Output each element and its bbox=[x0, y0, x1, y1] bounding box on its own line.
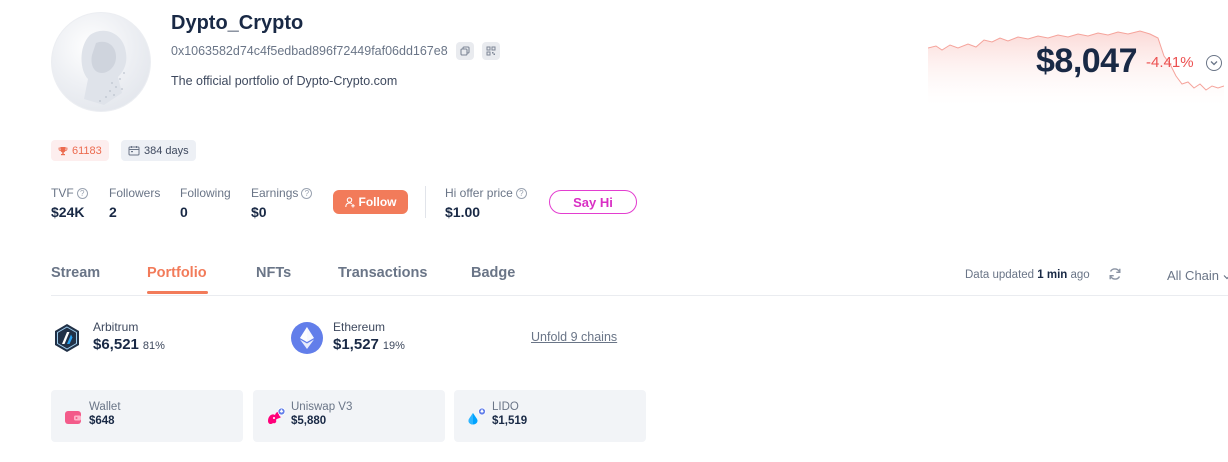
chain-item-ethereum[interactable]: Ethereum $1,527 19% bbox=[291, 320, 405, 354]
net-worth-change: -4.41% bbox=[1146, 54, 1194, 71]
protocol-value: $1,519 bbox=[492, 415, 528, 427]
uniswap-icon bbox=[265, 407, 286, 427]
chain-filter-dropdown[interactable]: All Chain bbox=[1167, 268, 1228, 283]
address-row: 0x1063582d74c4f5edbad896f72449faf06dd167… bbox=[171, 42, 500, 60]
protocol-name: Uniswap V3 bbox=[291, 401, 353, 413]
tab-stream[interactable]: Stream bbox=[51, 265, 100, 281]
chain-percent: 19% bbox=[382, 340, 405, 352]
calendar-icon bbox=[128, 146, 140, 156]
ethereum-logo bbox=[291, 322, 323, 354]
trophy-icon bbox=[58, 146, 68, 155]
rank-badge[interactable]: 61183 bbox=[51, 140, 109, 161]
copy-icon[interactable] bbox=[455, 42, 474, 60]
user-plus-icon bbox=[344, 196, 355, 207]
stat-tvf: TVF? $24K bbox=[51, 186, 88, 220]
lido-icon bbox=[466, 407, 486, 427]
stat-earnings: Earnings? $0 bbox=[251, 186, 313, 220]
chain-value: $6,521 bbox=[93, 336, 139, 353]
days-value: 384 days bbox=[144, 144, 189, 157]
unfold-chains-link[interactable]: Unfold 9 chains bbox=[531, 330, 617, 344]
stat-hi-offer: Hi offer price? $1.00 bbox=[445, 186, 527, 220]
data-updated-time: 1 min bbox=[1037, 269, 1068, 281]
stats-divider bbox=[425, 186, 426, 218]
tab-portfolio[interactable]: Portfolio bbox=[147, 265, 207, 281]
days-badge: 384 days bbox=[121, 140, 196, 161]
stat-hi-offer-value: $1.00 bbox=[445, 204, 481, 220]
profile-name: Dypto_Crypto bbox=[171, 12, 304, 34]
stat-earnings-value: $0 bbox=[251, 204, 267, 220]
refresh-icon[interactable] bbox=[1107, 266, 1123, 282]
chevron-down-icon[interactable] bbox=[1206, 55, 1222, 71]
stat-following[interactable]: Following 0 bbox=[180, 186, 231, 220]
stat-followers[interactable]: Followers 2 bbox=[109, 186, 160, 220]
help-icon[interactable]: ? bbox=[301, 187, 313, 199]
protocol-value: $648 bbox=[89, 415, 115, 427]
rank-value: 61183 bbox=[72, 144, 102, 157]
chain-item-arbitrum[interactable]: Arbitrum $6,521 81% bbox=[51, 320, 165, 354]
stat-followers-label: Followers bbox=[109, 186, 161, 200]
stat-tvf-label: TVF bbox=[51, 186, 74, 200]
stat-followers-value: 2 bbox=[109, 204, 117, 220]
chain-name: Ethereum bbox=[333, 320, 386, 334]
wallet-icon bbox=[63, 407, 83, 427]
protocol-card-uniswap-v3[interactable]: Uniswap V3 $5,880 bbox=[253, 390, 445, 442]
stat-earnings-label: Earnings bbox=[251, 186, 299, 200]
chain-value: $1,527 bbox=[333, 336, 379, 353]
help-icon[interactable]: ? bbox=[515, 187, 527, 199]
avatar bbox=[51, 12, 151, 112]
avatar-image bbox=[81, 30, 127, 106]
say-hi-button[interactable]: Say Hi bbox=[549, 190, 637, 214]
chain-name: Arbitrum bbox=[93, 320, 139, 334]
active-tab-indicator bbox=[147, 291, 208, 294]
profile-bio: The official portfolio of Dypto-Crypto.c… bbox=[171, 74, 398, 88]
chevron-down-icon bbox=[1223, 275, 1228, 280]
wallet-address: 0x1063582d74c4f5edbad896f72449faf06dd167… bbox=[171, 44, 448, 58]
stat-following-value: 0 bbox=[180, 204, 188, 220]
stat-following-label: Following bbox=[180, 186, 231, 200]
tab-badge[interactable]: Badge bbox=[471, 265, 515, 281]
tab-nfts[interactable]: NFTs bbox=[256, 265, 291, 281]
chain-percent: 81% bbox=[142, 340, 165, 352]
protocol-value: $5,880 bbox=[291, 415, 327, 427]
tabs-divider bbox=[51, 295, 1228, 296]
stat-hi-offer-label: Hi offer price bbox=[445, 186, 513, 200]
net-worth-value: $8,047 bbox=[1036, 42, 1138, 80]
follow-button-label: Follow bbox=[358, 195, 397, 209]
help-icon[interactable]: ? bbox=[76, 187, 88, 199]
protocol-card-wallet[interactable]: Wallet $648 bbox=[51, 390, 243, 442]
protocol-name: Wallet bbox=[89, 401, 121, 413]
protocol-name: LIDO bbox=[492, 401, 519, 413]
chain-filter-label: All Chain bbox=[1167, 268, 1220, 283]
data-updated-status: Data updated 1 min ago bbox=[965, 269, 1090, 281]
follow-button[interactable]: Follow bbox=[333, 190, 408, 214]
stat-tvf-value: $24K bbox=[51, 204, 85, 220]
arbitrum-logo bbox=[51, 322, 83, 354]
tab-transactions[interactable]: Transactions bbox=[338, 265, 427, 281]
protocol-card-lido[interactable]: LIDO $1,519 bbox=[454, 390, 646, 442]
qr-code-icon[interactable] bbox=[481, 42, 500, 60]
